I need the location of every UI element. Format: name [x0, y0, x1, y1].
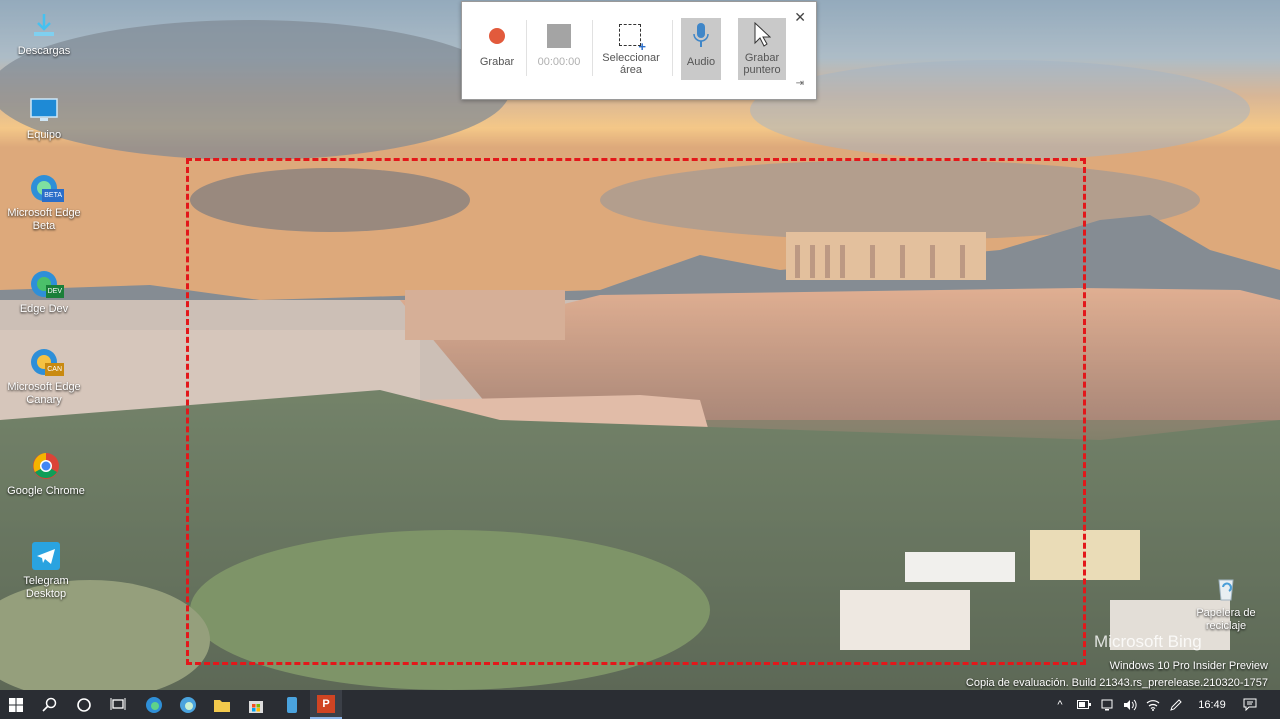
- windows-logo-icon: [9, 697, 23, 712]
- desktop-icon-label: Descargas: [17, 45, 71, 57]
- recording-selection-area[interactable]: [186, 158, 1086, 665]
- edge-icon: [146, 696, 162, 713]
- battery-icon[interactable]: [1074, 690, 1094, 719]
- device-icon[interactable]: [1097, 690, 1117, 719]
- taskbar: P ^ 16:49: [0, 690, 1280, 719]
- pin-icon[interactable]: ⇥: [796, 78, 804, 89]
- record-dot-icon: [489, 28, 505, 44]
- volume-icon[interactable]: [1120, 690, 1140, 719]
- cortana-button[interactable]: [68, 690, 100, 719]
- select-area-icon: +: [619, 24, 646, 53]
- desktop-icon-computer[interactable]: Equipo: [4, 94, 84, 142]
- select-area-button[interactable]: + Seleccionar área: [599, 18, 663, 80]
- computer-icon: [28, 94, 60, 126]
- downloads-icon: [28, 10, 60, 42]
- edge-canary-icon: CAN: [28, 346, 64, 378]
- record-pointer-toggle[interactable]: Grabar puntero: [738, 18, 786, 80]
- build-watermark-line1: Windows 10 Pro Insider Preview: [1109, 660, 1268, 672]
- powerpoint-icon: P: [317, 694, 335, 713]
- bing-watermark: Microsoft Bing: [1094, 632, 1202, 651]
- search-button[interactable]: [34, 690, 66, 719]
- desktop-icon-edge-dev[interactable]: DEV Edge Dev: [4, 268, 84, 316]
- stop-button[interactable]: 00:00:00: [534, 18, 584, 80]
- record-label: Grabar: [479, 56, 515, 68]
- desktop-icon-recycle-bin[interactable]: Papelera de reciclaje: [1186, 572, 1266, 633]
- screen-recording-toolbar: Grabar 00:00:00 + Seleccionar área Audio…: [461, 1, 817, 100]
- taskbar-edge[interactable]: [138, 690, 170, 719]
- toolbar-divider: [672, 20, 673, 76]
- desktop-icon-label: Telegram Desktop: [23, 575, 69, 600]
- timer-display: 00:00:00: [537, 56, 581, 68]
- toolbar-divider: [592, 20, 593, 76]
- desktop-icon-label: Google Chrome: [7, 485, 85, 497]
- notifications-icon[interactable]: [1238, 690, 1262, 719]
- taskbar-powerpoint[interactable]: P: [310, 690, 342, 719]
- microphone-icon: [693, 23, 709, 47]
- edge-beta-icon: [180, 696, 196, 713]
- desktop-icon-edge-canary[interactable]: CAN Microsoft Edge Canary: [4, 346, 84, 407]
- pointer-label: Grabar puntero: [743, 52, 781, 76]
- pen-icon[interactable]: [1166, 690, 1186, 719]
- recycle-bin-icon: [1210, 572, 1242, 604]
- edge-beta-icon: BETA: [28, 172, 64, 204]
- beta-badge: BETA: [42, 189, 64, 202]
- search-icon: [42, 697, 57, 712]
- desktop-icon-label: Microsoft Edge Canary: [7, 381, 81, 406]
- canary-badge: CAN: [45, 363, 64, 376]
- desktop-icon-label: Papelera de reciclaje: [1196, 607, 1256, 632]
- stop-icon: [547, 24, 571, 48]
- desktop-icon-edge-beta[interactable]: BETA Microsoft Edge Beta: [4, 172, 84, 233]
- desktop-icon-label: Microsoft Edge Beta: [7, 207, 81, 232]
- edge-dev-icon: DEV: [28, 268, 64, 300]
- taskbar-store[interactable]: [240, 690, 272, 719]
- audio-label: Audio: [686, 56, 716, 68]
- desktop-icon-downloads[interactable]: Descargas: [4, 10, 84, 58]
- dev-badge: DEV: [45, 285, 64, 298]
- build-watermark-line2: Copia de evaluación. Build 21343.rs_prer…: [965, 677, 1268, 689]
- taskbar-phone-app[interactable]: [276, 690, 308, 719]
- close-icon[interactable]: ✕: [794, 9, 806, 26]
- folder-icon: [214, 699, 230, 712]
- desktop-icon-telegram[interactable]: Telegram Desktop: [6, 540, 86, 601]
- audio-toggle[interactable]: Audio: [681, 18, 721, 80]
- wifi-icon[interactable]: [1143, 690, 1163, 719]
- task-view-icon: [110, 697, 126, 710]
- task-view-button[interactable]: [102, 690, 134, 719]
- taskbar-edge-beta[interactable]: [172, 690, 204, 719]
- store-icon: [249, 700, 263, 713]
- toolbar-divider: [526, 20, 527, 76]
- select-area-label: Seleccionar área: [602, 52, 660, 76]
- start-button[interactable]: [0, 690, 32, 719]
- phone-icon: [287, 696, 297, 713]
- desktop-icon-label: Equipo: [26, 129, 62, 141]
- chrome-icon: [30, 450, 62, 482]
- desktop-icon-chrome[interactable]: Google Chrome: [6, 450, 86, 498]
- telegram-icon: [30, 540, 62, 572]
- show-hidden-icons[interactable]: ^: [1050, 690, 1070, 719]
- cortana-icon: [77, 697, 91, 712]
- pointer-icon: [754, 22, 771, 47]
- taskbar-file-explorer[interactable]: [206, 690, 238, 719]
- record-button[interactable]: Grabar: [474, 18, 520, 80]
- desktop-icon-label: Edge Dev: [19, 303, 69, 315]
- clock[interactable]: 16:49: [1192, 690, 1232, 719]
